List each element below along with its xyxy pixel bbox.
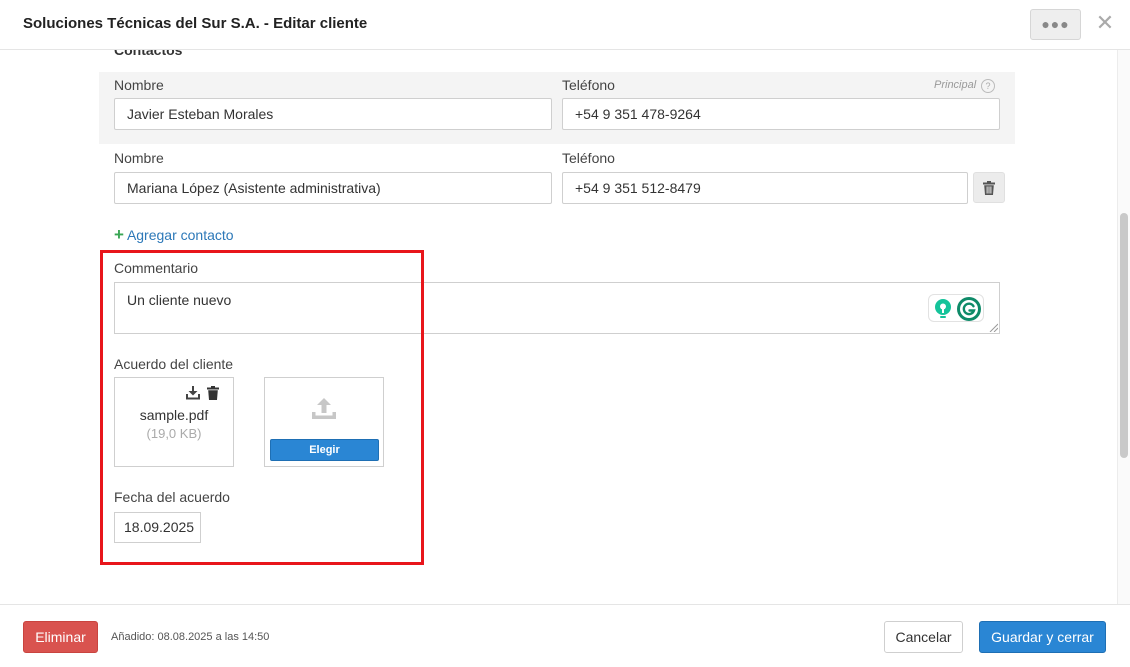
more-options-button[interactable]: ●●● (1030, 9, 1081, 40)
trash-icon[interactable] (207, 386, 219, 400)
contact-phone-input[interactable]: +54 9 351 512-8479 (562, 172, 968, 204)
contact-phone-input[interactable]: +54 9 351 478-9264 (562, 98, 1000, 130)
file-size: (19,0 KB) (146, 426, 202, 441)
contact-name-label: Nombre (114, 77, 164, 93)
agreement-date-label: Fecha del acuerdo (114, 489, 230, 505)
dialog-body[interactable]: Contactos Nombre Teléfono Principal ? Ja… (0, 50, 1130, 604)
close-icon[interactable]: ✕ (1095, 12, 1115, 36)
comment-textarea[interactable]: Un cliente nuevo (114, 282, 1000, 334)
dialog-footer: Eliminar Añadido: 08.08.2025 a las 14:50… (0, 604, 1130, 667)
resize-grip-icon[interactable] (988, 322, 998, 332)
dialog-title: Soluciones Técnicas del Sur S.A. - Edita… (23, 15, 368, 32)
trash-icon (983, 180, 995, 195)
help-icon[interactable]: ? (981, 79, 995, 93)
contacts-section-title: Contactos (114, 50, 183, 58)
file-card: sample.pdf (19,0 KB) (114, 377, 234, 467)
choose-file-button[interactable]: Elegir (270, 439, 379, 461)
delete-client-button[interactable]: Eliminar (23, 621, 98, 653)
grammarly-widget[interactable] (928, 294, 984, 322)
grammarly-icon (957, 297, 981, 321)
upload-dropzone[interactable]: Elegir (264, 377, 384, 467)
contact-name-input[interactable]: Javier Esteban Morales (114, 98, 552, 130)
agreement-label: Acuerdo del cliente (114, 356, 234, 372)
file-name[interactable]: sample.pdf (115, 407, 233, 423)
save-and-close-button[interactable]: Guardar y cerrar (979, 621, 1106, 653)
comment-label: Commentario (114, 260, 199, 276)
add-contact-label: Agregar contacto (126, 227, 234, 243)
add-contact-link[interactable]: + Agregar contacto (114, 225, 234, 245)
principal-label: Principal (934, 79, 977, 91)
cancel-button[interactable]: Cancelar (884, 621, 963, 653)
agreement-date-input[interactable]: 18.09.2025 (114, 512, 201, 543)
contact-phone-label: Teléfono (562, 77, 615, 93)
dialog-header: Soluciones Técnicas del Sur S.A. - Edita… (0, 0, 1130, 50)
scrollbar-thumb[interactable] (1120, 213, 1128, 458)
contact-name-label: Nombre (114, 150, 164, 166)
contact-name-input[interactable]: Mariana López (Asistente administrativa) (114, 172, 552, 204)
plus-icon: + (114, 225, 124, 244)
download-icon[interactable] (186, 386, 200, 400)
upload-icon (312, 398, 336, 419)
added-timestamp: Añadido: 08.08.2025 a las 14:50 (111, 631, 270, 643)
contact-phone-label: Teléfono (562, 150, 615, 166)
delete-contact-button[interactable] (973, 172, 1005, 203)
lightbulb-icon (935, 299, 951, 318)
